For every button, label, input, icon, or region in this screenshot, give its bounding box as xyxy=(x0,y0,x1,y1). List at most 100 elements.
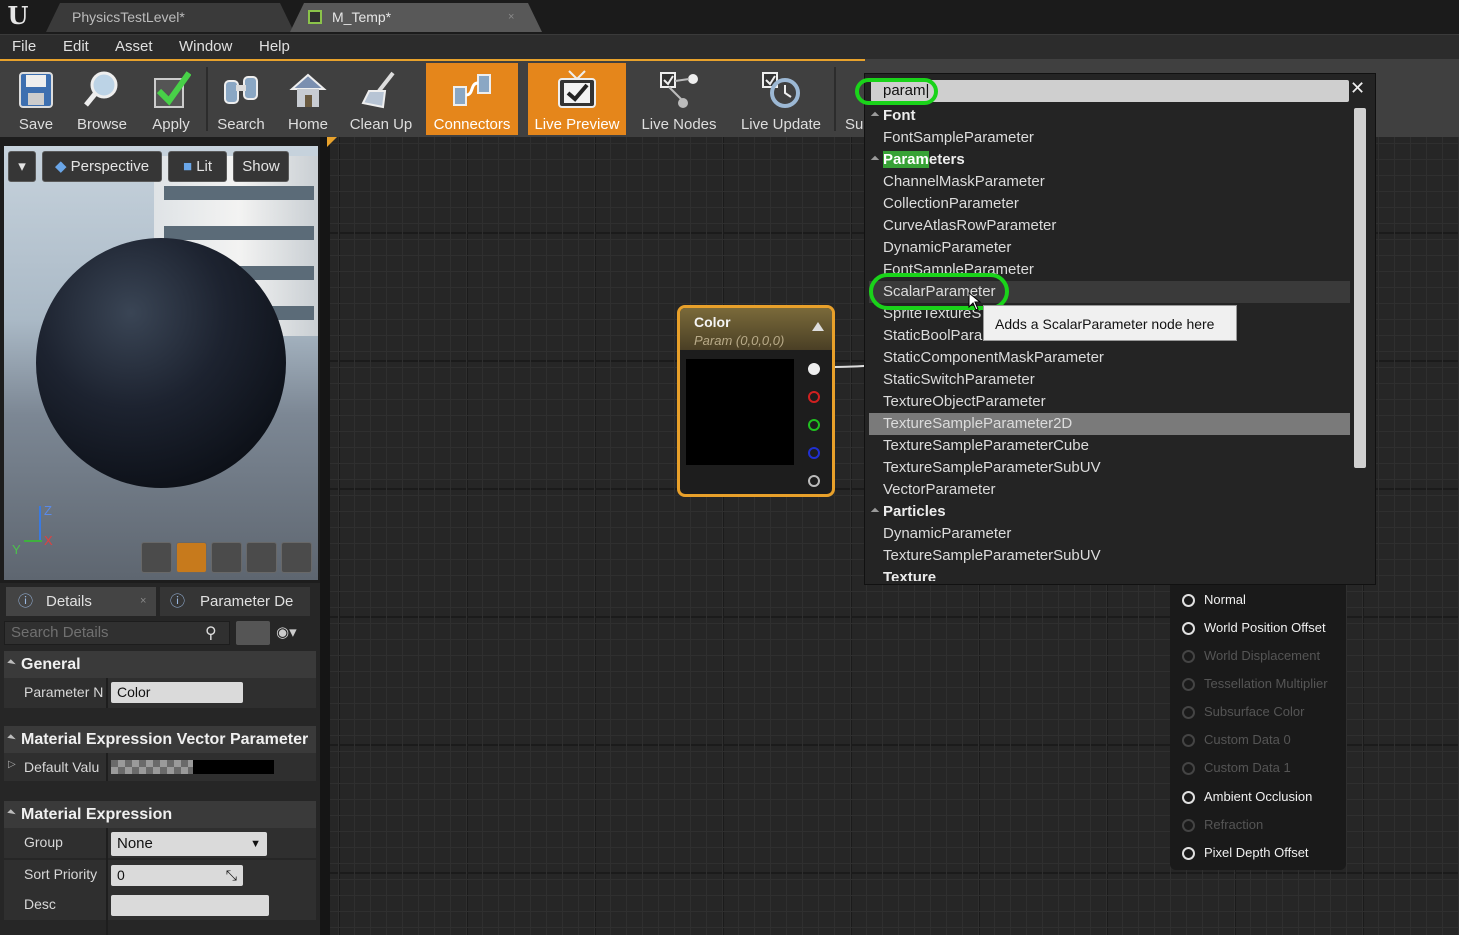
color-parameter-node[interactable]: Color Param (0,0,0,0) xyxy=(677,305,835,497)
tab-details[interactable]: ⓘ Details × xyxy=(6,587,156,616)
save-icon xyxy=(19,72,53,108)
list-item[interactable]: StaticBoolPara xyxy=(883,325,982,347)
close-icon[interactable]: ✕ xyxy=(1350,78,1365,99)
alpha-swatch[interactable] xyxy=(111,760,193,774)
menu-edit[interactable]: Edit xyxy=(63,35,89,60)
annotation-ring xyxy=(855,78,938,105)
output-normal[interactable]: Normal xyxy=(1182,586,1246,614)
menu-file[interactable]: File xyxy=(12,35,36,60)
list-item[interactable]: DynamicParameter xyxy=(883,237,1011,259)
color-swatch[interactable] xyxy=(193,760,274,774)
list-item[interactable]: ChannelMaskParameter xyxy=(883,171,1045,193)
desc-field[interactable] xyxy=(111,895,269,916)
material-preview-viewport[interactable]: ▾ ◆ Perspective ■ Lit Show Z Y X xyxy=(4,146,318,580)
list-item[interactable]: CurveAtlasRowParameter xyxy=(883,215,1056,237)
tv-icon xyxy=(558,70,596,108)
menu-help[interactable]: Help xyxy=(259,35,290,60)
cube-preview-icon[interactable] xyxy=(246,542,277,573)
close-icon[interactable]: × xyxy=(140,587,146,616)
lit-button[interactable]: ■ Lit xyxy=(168,151,227,182)
plane-preview-icon[interactable] xyxy=(211,542,242,573)
output-r-pin[interactable] xyxy=(808,391,820,403)
node-header[interactable]: Color Param (0,0,0,0) xyxy=(680,308,832,350)
teapot-preview-icon[interactable] xyxy=(281,542,312,573)
category-font[interactable]: Font xyxy=(883,105,915,127)
live-preview-button[interactable]: Live Preview xyxy=(528,63,626,135)
list-item[interactable]: CollectionParameter xyxy=(883,193,1019,215)
spin-arrow-icon: ⤡ xyxy=(225,867,237,883)
clean-up-label: Clean Up xyxy=(349,116,413,133)
title-bar: U PhysicsTestLevel* M_Temp* × xyxy=(0,0,1459,34)
list-item[interactable]: TextureSampleParameterSubUV xyxy=(883,545,1101,567)
search-button[interactable]: Search xyxy=(210,63,272,135)
material-output-node[interactable]: Normal World Position Offset World Displ… xyxy=(1170,585,1346,870)
connectors-button[interactable]: Connectors xyxy=(426,63,518,135)
tab-m-temp[interactable]: M_Temp* × xyxy=(290,3,542,32)
live-nodes-icon xyxy=(660,72,698,108)
cylinder-preview-icon[interactable] xyxy=(141,542,172,573)
clean-up-button[interactable]: Clean Up xyxy=(345,63,417,135)
search-details-input[interactable]: Search Details xyxy=(4,621,230,645)
browse-button[interactable]: Browse xyxy=(70,63,134,135)
list-item[interactable]: TextureSampleParameterSubUV xyxy=(883,457,1101,479)
home-button[interactable]: Home xyxy=(277,63,339,135)
chevron-down-icon: ▼ xyxy=(250,838,261,850)
category-parameters[interactable]: Parameters xyxy=(883,149,965,171)
output-g-pin[interactable] xyxy=(808,419,820,431)
menu-asset[interactable]: Asset xyxy=(115,35,153,60)
list-item[interactable]: TextureObjectParameter xyxy=(883,391,1046,413)
list-item[interactable]: FontSampleParameter xyxy=(883,127,1034,149)
list-item[interactable]: StaticSwitchParameter xyxy=(883,369,1035,391)
live-nodes-button[interactable]: Live Nodes xyxy=(634,63,724,135)
search-label: Search xyxy=(217,116,265,133)
eye-icon[interactable]: ◉▾ xyxy=(276,623,297,641)
category-texture[interactable]: Texture xyxy=(883,567,936,581)
axis-x-label: X xyxy=(44,533,53,548)
output-a-pin[interactable] xyxy=(808,475,820,487)
apply-button[interactable]: Apply xyxy=(138,63,204,135)
node-color-preview xyxy=(686,359,794,465)
list-item[interactable]: StaticComponentMaskParameter xyxy=(883,347,1104,369)
list-item-selected[interactable]: TextureSampleParameter2D xyxy=(883,413,1072,435)
show-button[interactable]: Show xyxy=(233,151,289,182)
connectors-label: Connectors xyxy=(433,116,511,133)
tab-parameter-defaults[interactable]: ⓘ Parameter De xyxy=(160,587,310,616)
save-button[interactable]: Save xyxy=(4,63,68,135)
collapse-arrow-icon[interactable] xyxy=(812,322,824,331)
output-rgb-pin[interactable] xyxy=(808,363,820,375)
menu-window[interactable]: Window xyxy=(179,35,232,60)
close-tab-icon[interactable]: × xyxy=(508,3,514,32)
tab-physics-test-level[interactable]: PhysicsTestLevel* xyxy=(46,3,294,32)
input-pin-icon xyxy=(1182,734,1195,747)
group-dropdown[interactable]: None ▼ xyxy=(111,832,267,856)
output-ambient-occlusion[interactable]: Ambient Occlusion xyxy=(1182,783,1312,811)
list-item[interactable]: DynamicParameter xyxy=(883,523,1011,545)
output-world-position-offset[interactable]: World Position Offset xyxy=(1182,614,1326,642)
category-particles[interactable]: Particles xyxy=(883,501,946,523)
general-section[interactable]: General xyxy=(4,651,316,678)
parameter-name-field[interactable]: Color xyxy=(111,682,243,703)
lit-label: Lit xyxy=(196,158,213,175)
sort-priority-field[interactable]: 0 ⤡ xyxy=(111,865,243,886)
tab-label: M_Temp* xyxy=(332,9,392,25)
live-update-button[interactable]: Live Update xyxy=(734,63,828,135)
viewport-options-button[interactable]: ▾ xyxy=(8,151,36,182)
list-item[interactable]: VectorParameter xyxy=(883,479,996,501)
unreal-logo-icon[interactable]: U xyxy=(4,2,32,30)
expand-arrow-icon[interactable]: ▷ xyxy=(8,759,16,770)
tab-details-label: Details xyxy=(46,593,92,610)
perspective-button[interactable]: ◆ Perspective xyxy=(42,151,162,182)
material-expression-section[interactable]: Material Expression xyxy=(4,801,316,828)
sphere-preview-icon[interactable] xyxy=(176,542,207,573)
live-preview-label: Live Preview xyxy=(534,116,620,133)
output-pixel-depth-offset[interactable]: Pixel Depth Offset xyxy=(1182,839,1309,867)
node-search-input[interactable]: param| xyxy=(871,80,1349,102)
property-matrix-icon[interactable] xyxy=(236,621,270,645)
vector-parameter-section[interactable]: Material Expression Vector Parameter xyxy=(4,726,316,753)
toolbar: Save Browse Apply Search Home Clean Up C… xyxy=(0,59,865,137)
scrollbar-thumb[interactable] xyxy=(1354,108,1366,468)
output-b-pin[interactable] xyxy=(808,447,820,459)
cube-icon: ■ xyxy=(182,158,193,175)
live-nodes-label: Live Nodes xyxy=(641,116,717,133)
list-item[interactable]: TextureSampleParameterCube xyxy=(883,435,1089,457)
